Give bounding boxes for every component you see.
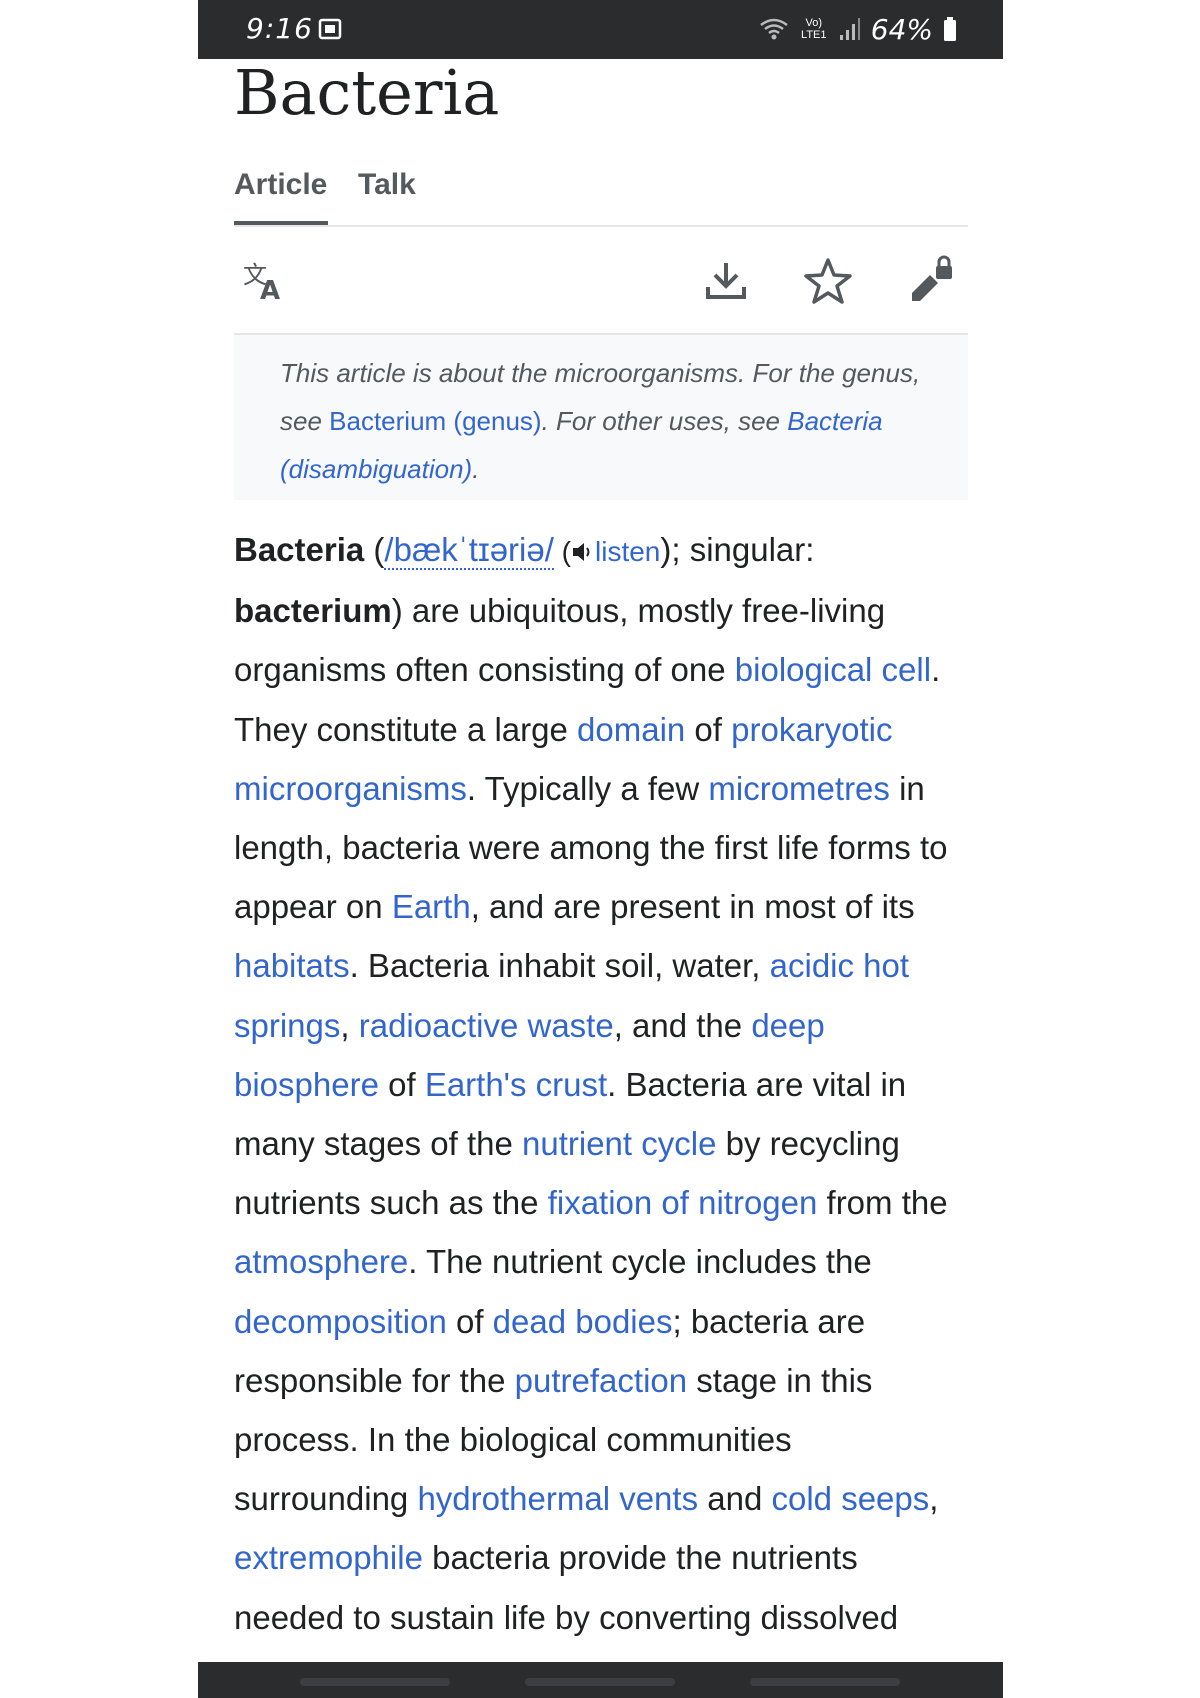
body-text: . The nutrient cycle includes the — [408, 1243, 872, 1281]
nav-home-button[interactable] — [525, 1678, 675, 1686]
volte-indicator: Vo) LTE1 — [801, 17, 827, 41]
body-text: , and are present in most of its — [470, 888, 915, 926]
link-hydrothermal-vents[interactable]: hydrothermal vents — [417, 1480, 698, 1517]
hatnote-text-2: . For other uses, see — [541, 406, 788, 436]
nav-recents-button[interactable] — [300, 1678, 450, 1686]
phone-screen: 9:16 Vo) LTE1 64% Bacteria Article Talk … — [198, 0, 1003, 1698]
link-radioactive-waste[interactable]: radioactive waste — [359, 1007, 614, 1044]
speaker-icon[interactable] — [571, 541, 595, 563]
page-tabs: Article Talk — [234, 150, 968, 227]
link-fixation-of-nitrogen[interactable]: fixation of nitrogen — [548, 1184, 818, 1221]
article-title: Bacteria — [234, 56, 500, 129]
term-bacterium: bacterium — [234, 592, 392, 630]
link-extremophile[interactable]: extremophile — [234, 1539, 423, 1576]
svg-text:A: A — [260, 276, 280, 306]
body-text: . Typically a few — [466, 769, 709, 807]
hatnote-text-3: . — [472, 454, 480, 484]
tab-article-label: Article — [234, 168, 328, 201]
battery-icon — [944, 17, 956, 41]
body-text: , — [340, 1006, 359, 1044]
lead-paragraph: Bacteria (/bækˈtɪəriə/ ( listen); singula… — [234, 520, 974, 1647]
system-navigation-bar — [198, 1662, 1003, 1698]
link-nutrient-cycle[interactable]: nutrient cycle — [522, 1125, 716, 1162]
listen-link[interactable]: listen — [595, 536, 660, 567]
edit-locked-icon[interactable] — [906, 255, 958, 307]
hatnote-text: This article is about the microorganisms… — [280, 349, 930, 493]
article-body: Bacteria (/bækˈtɪəriə/ ( listen); singula… — [234, 520, 974, 1647]
link-cold-seeps[interactable]: cold seeps — [772, 1480, 930, 1517]
body-text: , — [929, 1480, 939, 1518]
link-domain[interactable]: domain — [577, 711, 685, 748]
body-text: and — [698, 1480, 772, 1518]
nav-back-button[interactable] — [750, 1678, 900, 1686]
star-icon[interactable] — [802, 255, 854, 307]
link-bacterium-genus[interactable]: Bacterium (genus) — [329, 406, 541, 436]
tab-article[interactable]: Article — [234, 150, 328, 225]
language-icon[interactable]: 文 A — [240, 255, 292, 307]
tab-talk-label: Talk — [358, 168, 416, 201]
body-text: of — [685, 710, 732, 748]
body-text: ); singular: — [660, 531, 815, 568]
status-time: 9:16 — [246, 12, 313, 45]
term-bacteria: Bacteria — [234, 531, 365, 568]
ipa-pronunciation[interactable]: /bækˈtɪəriə/ — [384, 531, 554, 570]
hatnote: This article is about the microorganisms… — [234, 335, 968, 500]
link-earths-crust[interactable]: Earth's crust — [425, 1066, 607, 1103]
body-text: . Bacteria inhabit soil, water, — [349, 947, 770, 985]
link-atmosphere[interactable]: atmosphere — [234, 1243, 408, 1280]
listen-wrap: ( listen — [553, 536, 661, 567]
page-actions-toolbar: 文 A — [234, 235, 968, 335]
link-habitats[interactable]: habitats — [234, 947, 350, 984]
download-icon[interactable] — [700, 255, 752, 307]
body-text: , and the — [613, 1006, 752, 1044]
body-text: ( — [364, 531, 385, 568]
battery-percent: 64% — [870, 12, 933, 46]
gallery-notification-icon — [318, 18, 342, 40]
body-text: of — [378, 1065, 425, 1103]
link-decomposition[interactable]: decomposition — [234, 1303, 447, 1340]
status-bar: 9:16 Vo) LTE1 64% — [198, 0, 1003, 59]
wifi-icon — [760, 18, 788, 40]
body-text: from the — [817, 1184, 948, 1222]
link-dead-bodies[interactable]: dead bodies — [493, 1303, 673, 1340]
body-text: of — [446, 1302, 493, 1340]
link-earth[interactable]: Earth — [392, 888, 471, 925]
link-biological-cell[interactable]: biological cell — [735, 651, 931, 688]
link-micrometres[interactable]: micrometres — [708, 770, 890, 807]
cell-signal-icon — [839, 18, 860, 40]
tab-talk[interactable]: Talk — [358, 150, 416, 223]
body-text: ( — [553, 536, 571, 567]
link-putrefaction[interactable]: putrefaction — [515, 1362, 687, 1399]
